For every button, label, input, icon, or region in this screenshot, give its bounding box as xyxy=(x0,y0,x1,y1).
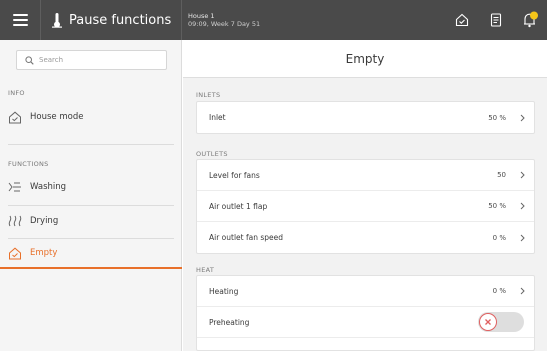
outlets-card: Level for fans 50 Air outlet 1 flap 50 %… xyxy=(196,159,535,254)
app-title-area: Pause functions xyxy=(40,0,181,40)
sidebar-item-label: Drying xyxy=(30,216,59,226)
location-info[interactable]: House 1 09:09, Week 7 Day 51 xyxy=(181,0,260,40)
outlets-group-label: OUTLETS xyxy=(196,150,228,158)
alarm-bell-icon xyxy=(524,11,538,28)
row-name: Heating xyxy=(209,286,239,296)
sidebar-divider xyxy=(8,144,174,145)
row-value: 50 xyxy=(497,171,506,179)
air-outlet-fan-speed-row[interactable]: Air outlet fan speed 0 % xyxy=(197,222,534,253)
info-section-label: INFO xyxy=(8,89,25,97)
chevron-right-icon xyxy=(518,113,526,123)
air-outlet-flap-row[interactable]: Air outlet 1 flap 50 % xyxy=(197,191,534,222)
chevron-right-icon xyxy=(518,286,526,296)
search-icon xyxy=(25,55,34,65)
preheating-row: Preheating xyxy=(197,307,534,338)
washing-spray-icon xyxy=(8,182,21,192)
row-value: 0 % xyxy=(492,233,506,242)
inlets-group-label: INLETS xyxy=(196,91,221,99)
main-title: Empty xyxy=(345,51,385,66)
document-icon xyxy=(490,13,502,27)
top-icon-bar xyxy=(445,0,547,40)
inlets-card: Inlet 50 % xyxy=(196,101,535,134)
chevron-right-icon xyxy=(518,233,526,243)
heat-group-label: HEAT xyxy=(196,266,215,274)
house-check-icon xyxy=(455,13,469,27)
search-placeholder: Search xyxy=(39,56,64,64)
top-bar: Pause functions House 1 09:09, Week 7 Da… xyxy=(0,0,547,40)
row-name: Air outlet fan speed xyxy=(209,233,284,242)
sidebar-item-house-mode[interactable]: House mode xyxy=(0,102,182,132)
sidebar-item-label: Washing xyxy=(30,182,67,192)
row-value: 50 % xyxy=(488,202,506,210)
drying-waves-icon xyxy=(8,215,22,227)
sidebar-item-label: House mode xyxy=(30,112,84,122)
menu-icon xyxy=(12,14,28,26)
search-input[interactable]: Search xyxy=(16,50,167,70)
sidebar: Search INFO House mode FUNCTIONS Washing… xyxy=(0,40,182,351)
main-header: Empty xyxy=(183,40,547,78)
close-icon xyxy=(485,319,491,325)
row-name: Preheating xyxy=(209,317,250,327)
alarm-button[interactable] xyxy=(513,0,547,40)
heating-row[interactable]: Heating 0 % xyxy=(197,276,534,307)
menu-button[interactable] xyxy=(0,0,40,40)
row-value: 50 % xyxy=(488,113,506,122)
sidebar-item-empty[interactable]: Empty xyxy=(0,239,182,269)
empty-house-icon xyxy=(9,247,21,259)
house-time: 09:09, Week 7 Day 51 xyxy=(188,20,261,28)
main-panel: Empty INLETS Inlet 50 % OUTLETS Level fo… xyxy=(183,40,547,351)
inlet-row[interactable]: Inlet 50 % xyxy=(197,102,534,133)
row-name: Inlet xyxy=(209,113,226,122)
partial-row xyxy=(197,338,534,350)
sidebar-item-washing[interactable]: Washing xyxy=(0,172,182,202)
chevron-right-icon xyxy=(518,170,526,180)
row-name: Level for fans xyxy=(209,170,260,180)
page-title: Pause functions xyxy=(69,12,172,28)
toggle-off-knob xyxy=(479,313,497,331)
level-for-fans-row[interactable]: Level for fans 50 xyxy=(197,160,534,191)
row-value: 0 % xyxy=(492,287,506,295)
functions-section-label: FUNCTIONS xyxy=(8,160,49,168)
report-button[interactable] xyxy=(479,0,513,40)
house-name: House 1 xyxy=(188,12,215,20)
sidebar-item-label: Empty xyxy=(30,248,58,258)
house-check-icon xyxy=(9,111,21,123)
heat-card: Heating 0 % Preheating xyxy=(196,275,535,351)
preheating-toggle[interactable] xyxy=(478,312,524,332)
row-name: Air outlet 1 flap xyxy=(209,201,268,211)
sidebar-item-drying[interactable]: Drying xyxy=(0,206,182,236)
thermometer-icon xyxy=(52,13,62,28)
chevron-right-icon xyxy=(518,201,526,211)
house-status-button[interactable] xyxy=(445,0,479,40)
